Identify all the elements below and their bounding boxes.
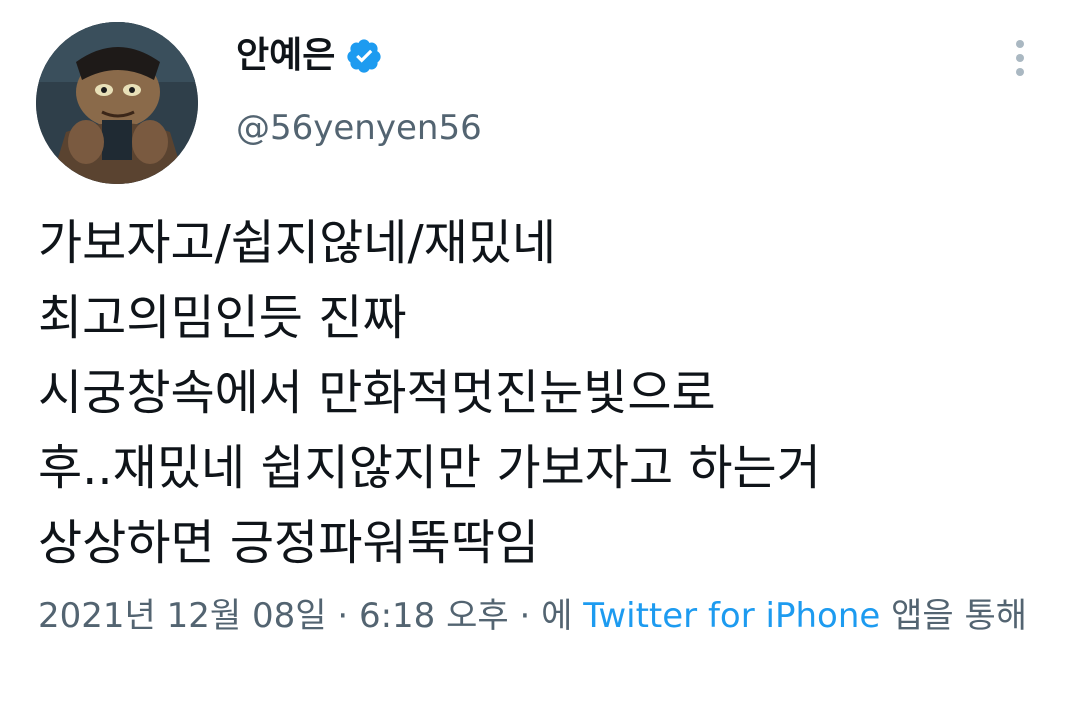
- tweet-date[interactable]: 2021년 12월 08일: [38, 596, 327, 636]
- meta-separator: ·: [508, 596, 542, 636]
- tweet-time[interactable]: 6:18 오후: [359, 596, 509, 636]
- tweet-meta: 2021년 12월 08일 · 6:18 오후 · 에 Twitter for …: [38, 590, 1048, 642]
- verified-badge-icon: [345, 37, 383, 75]
- display-name-text: 안예은: [236, 35, 336, 76]
- user-avatar[interactable]: [36, 22, 198, 184]
- tweet-line: 가보자고/쉽지않네/재밌네: [38, 215, 557, 271]
- source-prefix: 에: [541, 596, 584, 636]
- tweet-text: 가보자고/쉽지않네/재밌네 최고의밈인듯 진짜 시궁창속에서 만화적멋진눈빛으로…: [38, 206, 1048, 581]
- source-suffix: 앱을 통해: [880, 596, 1028, 636]
- more-options-button[interactable]: [1008, 38, 1032, 78]
- tweet-line: 상상하면 긍정파워뚝딱임: [38, 515, 540, 571]
- user-handle[interactable]: @56yenyen56: [236, 106, 482, 150]
- source-link[interactable]: Twitter for iPhone: [583, 596, 880, 636]
- tweet-line: 최고의밈인듯 진짜: [38, 290, 407, 346]
- tweet-line: 시궁창속에서 만화적멋진눈빛으로: [38, 365, 716, 421]
- meta-separator: ·: [326, 596, 359, 636]
- avatar-image-icon: [36, 22, 198, 184]
- more-vertical-icon: [1016, 40, 1024, 76]
- tweet-line: 후..재밌네 쉽지않지만 가보자고 하는거: [38, 440, 821, 496]
- display-name[interactable]: 안예은: [236, 32, 383, 80]
